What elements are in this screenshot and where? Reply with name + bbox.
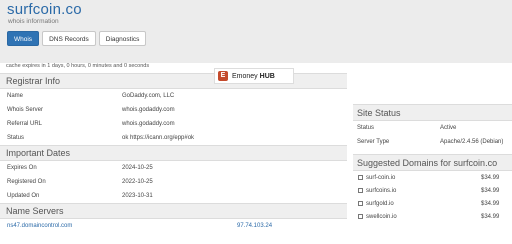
domain-name: surf-coin.io <box>366 174 396 181</box>
emoney-hub-logo[interactable]: E Emoney HUB <box>214 68 294 84</box>
page-subtitle: whois information <box>8 18 59 25</box>
list-item: surf-coin.io $34.99 <box>353 171 512 184</box>
table-row: Expires On 2024-10-25 <box>0 161 347 175</box>
domain-price: $34.99 <box>481 213 500 220</box>
row-value: 2023-10-31 <box>122 193 153 199</box>
row-value: GoDaddy.com, LLC <box>122 93 175 99</box>
table-row: Server Type Apache/2.4.56 (Debian) <box>353 135 512 149</box>
row-label: Server Type <box>357 139 390 145</box>
domain-checkbox[interactable] <box>358 214 363 219</box>
row-value: Active <box>440 125 457 131</box>
registrar-info-heading: Registrar Info <box>0 73 347 89</box>
domain-name: swellcoin.io <box>366 213 397 220</box>
row-label: Registered On <box>7 179 46 185</box>
table-row: Status Active <box>353 121 512 135</box>
table-row: Referral URL whois.godaddy.com <box>0 117 347 131</box>
suggested-domains-heading: Suggested Domains for surfcoin.co <box>353 154 512 171</box>
site-status-heading: Site Status <box>353 104 512 121</box>
tab-diagnostics[interactable]: Diagnostics <box>98 31 147 46</box>
domain-price: $34.99 <box>481 187 500 194</box>
row-value: ok https://icann.org/epp#ok <box>122 135 195 141</box>
domain-price: $34.99 <box>481 200 500 207</box>
important-dates-heading: Important Dates <box>0 145 347 161</box>
list-item: swellcoin.io $34.99 <box>353 210 512 223</box>
row-label: Referral URL <box>7 121 43 127</box>
domain-name: surfcoins.io <box>366 187 397 194</box>
domain-checkbox[interactable] <box>358 175 363 180</box>
site-header: surfcoin.co whois information Whois DNS … <box>0 0 512 63</box>
domain-checkbox[interactable] <box>358 188 363 193</box>
cache-note: cache expires in 1 days, 0 hours, 0 minu… <box>6 63 150 69</box>
domain-checkbox[interactable] <box>358 201 363 206</box>
tab-bar: Whois DNS Records Diagnostics <box>7 31 147 46</box>
table-row: Whois Server whois.godaddy.com <box>0 103 347 117</box>
tab-whois[interactable]: Whois <box>7 31 40 46</box>
tab-dns-records[interactable]: DNS Records <box>42 31 96 46</box>
sidebar: Site Status Status Active Server Type Ap… <box>353 104 512 244</box>
domain-name: surfgold.io <box>366 200 394 207</box>
nameserver-link[interactable]: ns47.domaincontrol.com <box>7 223 72 229</box>
table-row: Name GoDaddy.com, LLC <box>0 89 347 103</box>
logo-mark: E <box>218 71 228 81</box>
table-row: Status ok https://icann.org/epp#ok <box>0 131 347 145</box>
row-label: Whois Server <box>7 107 44 113</box>
table-row: Registered On 2022-10-25 <box>0 175 347 189</box>
nameserver-ip[interactable]: 97.74.103.24 <box>237 223 272 229</box>
page-title[interactable]: surfcoin.co <box>7 1 82 18</box>
row-label: Status <box>7 135 25 141</box>
row-label: Status <box>357 125 375 131</box>
name-servers-heading: Name Servers <box>0 203 347 219</box>
domain-price: $34.99 <box>481 174 500 181</box>
row-value: 2022-10-25 <box>122 179 153 185</box>
table-row: ns47.domaincontrol.com 97.74.103.24 <box>0 219 347 233</box>
whois-details: Registrar Info Name GoDaddy.com, LLC Who… <box>0 73 347 244</box>
row-label: Name <box>7 93 24 99</box>
list-item: surfcoins.io $34.99 <box>353 184 512 197</box>
row-value: 2024-10-25 <box>122 165 153 171</box>
row-value: Apache/2.4.56 (Debian) <box>440 139 504 145</box>
list-item: surfgold.io $34.99 <box>353 197 512 210</box>
row-value: whois.godaddy.com <box>122 107 175 113</box>
logo-text: Emoney HUB <box>232 72 275 80</box>
row-value: whois.godaddy.com <box>122 121 175 127</box>
row-label: Updated On <box>7 193 40 199</box>
table-row: Updated On 2023-10-31 <box>0 189 347 203</box>
row-label: Expires On <box>7 165 37 171</box>
